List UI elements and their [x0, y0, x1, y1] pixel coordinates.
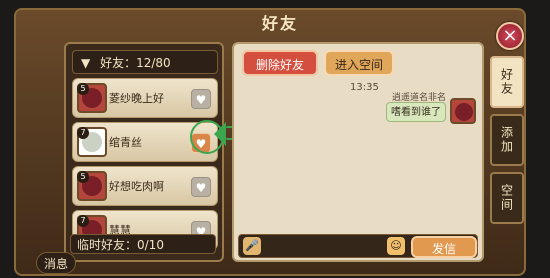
chat-panel: 删除好友 进入空间 13:35 逍遥道名非名 嗜看到谁了 🎤 ☺ 发信 — [232, 42, 484, 262]
side-tabs: 好友 添加 空间 — [490, 56, 524, 230]
avatar — [450, 98, 476, 124]
emoji-icon[interactable]: ☺ — [387, 237, 405, 255]
friend-name: 绾青丝 — [109, 136, 142, 149]
avatar: 5 — [77, 171, 107, 201]
enter-space-button[interactable]: 进入空间 — [324, 50, 394, 76]
chat-input[interactable]: 🎤 ☺ 发信 — [238, 234, 478, 258]
messages-tab[interactable]: 消息 — [36, 252, 76, 274]
avatar-portrait — [455, 103, 473, 121]
avatar: 5 — [77, 83, 107, 113]
friend-item[interactable]: 5 好想吃肉啊 ♥ — [72, 166, 218, 206]
temp-friends-header[interactable]: 临时好友：0/10 — [70, 234, 216, 254]
level-badge: 7 — [77, 127, 89, 139]
heart-icon: ♥ — [195, 181, 207, 195]
window-title: 好友 — [261, 14, 298, 33]
delete-friend-button[interactable]: 删除好友 — [242, 50, 318, 76]
heart-icon: ♥ — [195, 93, 207, 107]
timestamp: 13:35 — [350, 82, 379, 93]
microphone-icon[interactable]: 🎤 — [243, 237, 261, 255]
message-bubble: 嗜看到谁了 — [386, 102, 446, 122]
close-icon: × — [502, 25, 518, 46]
friend-item[interactable]: 5 菱纱晚上好 ♥ — [72, 78, 218, 118]
tab-add[interactable]: 添加 — [490, 114, 524, 166]
friend-name: 好想吃肉啊 — [109, 180, 164, 193]
avatar: 7 — [77, 127, 107, 157]
friends-header[interactable]: ▼ 好友：12/80 — [72, 50, 218, 74]
heart-button[interactable]: ♥ — [191, 177, 211, 197]
friend-name: 菱纱晚上好 — [109, 92, 164, 105]
heart-button[interactable]: ♥ — [191, 89, 211, 109]
close-button[interactable]: × — [496, 22, 524, 50]
send-button[interactable]: 发信 — [411, 236, 477, 258]
level-badge: 5 — [77, 171, 89, 183]
chevron-down-icon: ▼ — [81, 56, 91, 70]
friends-count: 好友：12/80 — [100, 56, 171, 70]
tab-space[interactable]: 空间 — [490, 172, 524, 224]
level-badge: 5 — [77, 83, 89, 95]
tab-friends[interactable]: 好友 — [490, 56, 524, 108]
friend-list: 5 菱纱晚上好 ♥ 7 绾青丝 ♥ 5 好想吃肉啊 ♥ 7 慧慧 ♥ — [72, 78, 218, 254]
level-badge: 7 — [77, 215, 89, 227]
